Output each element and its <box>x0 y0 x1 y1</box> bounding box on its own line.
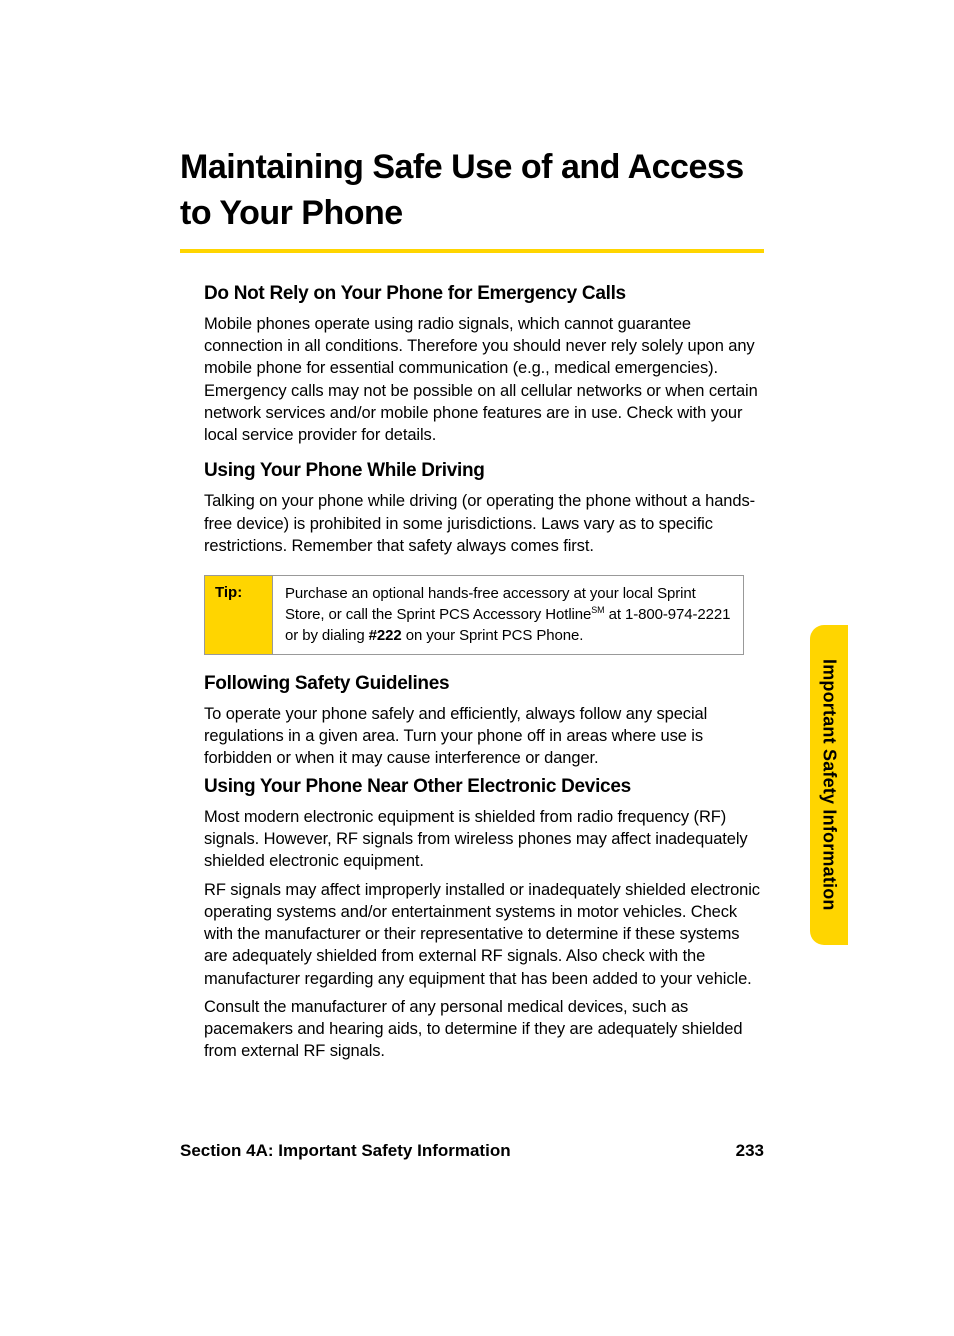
tip-text-part3: on your Sprint PCS Phone. <box>402 627 584 644</box>
service-mark: SM <box>591 605 604 615</box>
title-underline <box>180 249 764 253</box>
heading-guidelines: Following Safety Guidelines <box>204 673 764 695</box>
page-title: Maintaining Safe Use of and Access to Yo… <box>180 145 764 237</box>
body-guidelines: To operate your phone safely and efficie… <box>204 703 764 770</box>
footer-page-number: 233 <box>736 1141 764 1161</box>
footer-section-label: Section 4A: Important Safety Information <box>180 1141 511 1161</box>
body-electronic-1: Most modern electronic equipment is shie… <box>204 806 764 873</box>
heading-driving: Using Your Phone While Driving <box>204 460 764 482</box>
tip-dial-code: #222 <box>369 627 402 644</box>
body-electronic-2: RF signals may affect improperly install… <box>204 879 764 990</box>
side-tab: Important Safety Information <box>810 625 848 945</box>
tip-box: Tip: Purchase an optional hands-free acc… <box>204 575 744 655</box>
heading-emergency: Do Not Rely on Your Phone for Emergency … <box>204 283 764 305</box>
page-footer: Section 4A: Important Safety Information… <box>180 1141 764 1161</box>
side-tab-label: Important Safety Information <box>819 659 840 911</box>
body-driving: Talking on your phone while driving (or … <box>204 490 764 557</box>
body-emergency: Mobile phones operate using radio signal… <box>204 313 764 447</box>
tip-text: Purchase an optional hands-free accessor… <box>273 576 743 654</box>
heading-electronic: Using Your Phone Near Other Electronic D… <box>204 776 764 798</box>
tip-label: Tip: <box>205 576 273 654</box>
body-electronic-3: Consult the manufacturer of any personal… <box>204 996 764 1063</box>
